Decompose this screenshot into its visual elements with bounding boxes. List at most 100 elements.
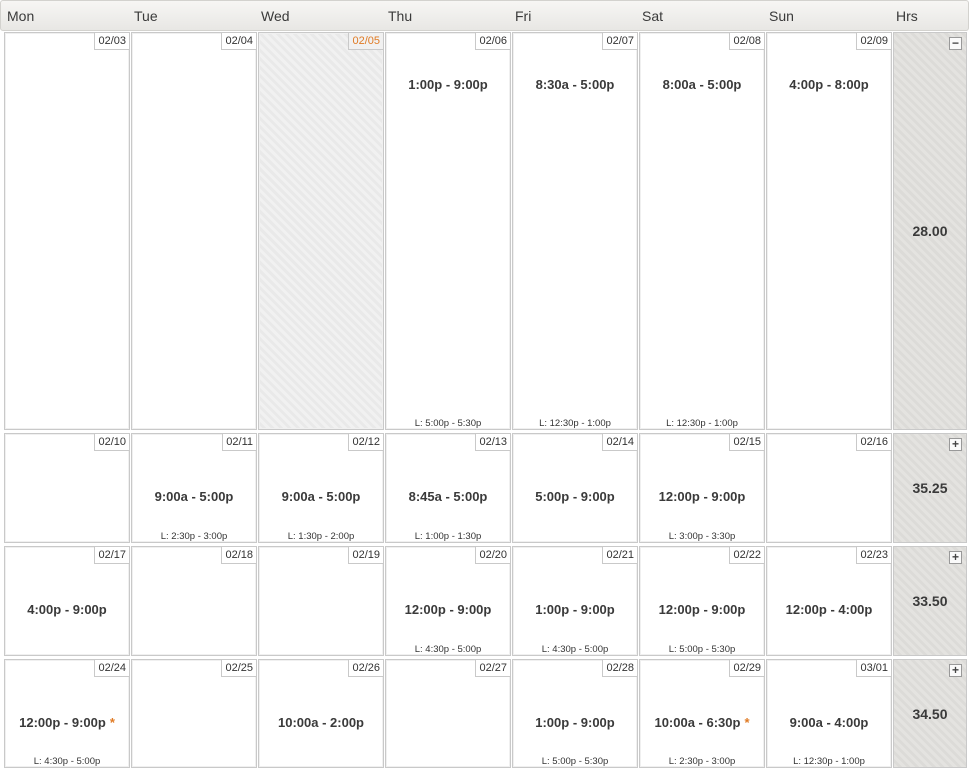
shift-time-text: 12:00p - 9:00p: [19, 715, 106, 730]
day-cell[interactable]: 02/11 9:00a - 5:00p L: 2:30p - 3:00p: [131, 433, 257, 543]
shift-time[interactable]: 9:00a - 5:00p: [132, 489, 256, 504]
lunch-break: L: 5:00p - 5:30p: [668, 644, 736, 655]
day-cell[interactable]: 02/26 10:00a - 2:00p: [258, 659, 384, 768]
day-cell[interactable]: 02/05: [258, 32, 384, 430]
date-label: 02/17: [94, 547, 129, 564]
shift-time-text: 4:00p - 8:00p: [789, 77, 869, 92]
day-cell[interactable]: 02/04: [131, 32, 257, 430]
date-label: 02/14: [602, 434, 637, 451]
day-cell[interactable]: 02/18: [131, 546, 257, 656]
date-label: 02/16: [856, 434, 891, 451]
lunch-break: L: 12:30p - 1:00p: [539, 418, 611, 429]
date-label: 03/01: [856, 660, 891, 677]
shift-time-text: 12:00p - 9:00p: [658, 602, 746, 617]
date-label: 02/23: [856, 547, 891, 564]
shift-time-text: 1:00p - 9:00p: [408, 77, 488, 92]
date-label: 02/10: [94, 434, 129, 451]
date-label: 02/28: [602, 660, 637, 677]
shift-time-text: 8:30a - 5:00p: [535, 77, 615, 92]
lunch-break: L: 1:30p - 2:00p: [287, 531, 355, 542]
day-cell[interactable]: 02/29 10:00a - 6:30p * L: 2:30p - 3:00p: [639, 659, 765, 768]
shift-time[interactable]: 12:00p - 9:00p: [640, 602, 764, 617]
date-label: 02/25: [221, 660, 256, 677]
day-cell[interactable]: 02/12 9:00a - 5:00p L: 1:30p - 2:00p: [258, 433, 384, 543]
shift-time-text: 10:00a - 6:30p: [654, 715, 741, 730]
shift-time[interactable]: 10:00a - 2:00p: [259, 715, 383, 730]
lunch-break: L: 5:00p - 5:30p: [541, 756, 609, 767]
lunch-break: L: 2:30p - 3:00p: [668, 756, 736, 767]
shift-time[interactable]: 1:00p - 9:00p: [386, 77, 510, 92]
day-cell[interactable]: 02/10: [4, 433, 130, 543]
day-cell[interactable]: 02/19: [258, 546, 384, 656]
week-hours-total: 28.00: [912, 223, 948, 239]
day-cell[interactable]: 02/28 1:00p - 9:00p L: 5:00p - 5:30p: [512, 659, 638, 768]
date-label: 02/11: [222, 434, 256, 451]
date-label: 02/03: [94, 33, 129, 50]
shift-time[interactable]: 8:00a - 5:00p: [640, 77, 764, 92]
shift-time-text: 8:00a - 5:00p: [662, 77, 742, 92]
day-cell[interactable]: 02/08 8:00a - 5:00p L: 12:30p - 1:00p: [639, 32, 765, 430]
shift-time-text: 8:45a - 5:00p: [408, 489, 488, 504]
lunch-break: L: 2:30p - 3:00p: [160, 531, 228, 542]
day-cell[interactable]: 02/14 5:00p - 9:00p: [512, 433, 638, 543]
expand-week-button[interactable]: +: [949, 438, 962, 451]
shift-time[interactable]: 8:30a - 5:00p: [513, 77, 637, 92]
day-cell[interactable]: 02/25: [131, 659, 257, 768]
shift-time[interactable]: 10:00a - 6:30p *: [640, 715, 764, 730]
expand-week-button[interactable]: +: [949, 551, 962, 564]
day-cell[interactable]: 02/17 4:00p - 9:00p: [4, 546, 130, 656]
shift-time[interactable]: 12:00p - 9:00p *: [5, 715, 129, 730]
header-day-mon: Mon: [7, 8, 35, 24]
day-cell[interactable]: 02/21 1:00p - 9:00p L: 4:30p - 5:00p: [512, 546, 638, 656]
shift-time[interactable]: 12:00p - 9:00p: [640, 489, 764, 504]
shift-time[interactable]: 8:45a - 5:00p: [386, 489, 510, 504]
lunch-break: L: 3:00p - 3:30p: [668, 531, 736, 542]
shift-time[interactable]: 4:00p - 8:00p: [767, 77, 891, 92]
header-day-fri: Fri: [515, 8, 532, 24]
date-label: 02/21: [602, 547, 637, 564]
day-cell[interactable]: 02/15 12:00p - 9:00p L: 3:00p - 3:30p: [639, 433, 765, 543]
week-hours-total: 34.50: [912, 705, 948, 722]
day-cell[interactable]: 02/16: [766, 433, 892, 543]
expand-week-button[interactable]: +: [949, 664, 962, 677]
date-label: 02/07: [602, 33, 637, 50]
lunch-break: L: 4:30p - 5:00p: [541, 644, 609, 655]
date-label: 02/22: [729, 547, 764, 564]
week-hours-cell: +35.25: [893, 433, 967, 543]
shift-time[interactable]: 5:00p - 9:00p: [513, 489, 637, 504]
header-day-sat: Sat: [642, 8, 664, 24]
lunch-break: L: 4:30p - 5:00p: [414, 644, 482, 655]
day-cell[interactable]: 02/22 12:00p - 9:00p L: 5:00p - 5:30p: [639, 546, 765, 656]
shift-time[interactable]: 9:00a - 4:00p: [767, 715, 891, 730]
date-label: 02/04: [221, 33, 256, 50]
day-cell[interactable]: 02/03: [4, 32, 130, 430]
lunch-break: L: 1:00p - 1:30p: [414, 531, 482, 542]
shift-time[interactable]: 12:00p - 4:00p: [767, 602, 891, 617]
week-hours-cell: − 28.00: [893, 32, 967, 430]
date-label: 02/18: [221, 547, 256, 564]
shift-time[interactable]: 4:00p - 9:00p: [5, 602, 129, 617]
day-cell[interactable]: 02/20 12:00p - 9:00p L: 4:30p - 5:00p: [385, 546, 511, 656]
date-label: 02/27: [475, 660, 510, 677]
week-hours-cell: +34.50: [893, 659, 967, 768]
collapse-week-button[interactable]: −: [949, 37, 962, 50]
date-label: 02/29: [729, 660, 764, 677]
shift-time[interactable]: 1:00p - 9:00p: [513, 715, 637, 730]
modified-star: *: [744, 715, 750, 730]
lunch-break: L: 4:30p - 5:00p: [33, 756, 101, 767]
day-cell[interactable]: 02/07 8:30a - 5:00p L: 12:30p - 1:00p: [512, 32, 638, 430]
shift-time[interactable]: 12:00p - 9:00p: [386, 602, 510, 617]
day-cell[interactable]: 02/13 8:45a - 5:00p L: 1:00p - 1:30p: [385, 433, 511, 543]
date-label: 02/24: [94, 660, 129, 677]
day-cell[interactable]: 02/24 12:00p - 9:00p * L: 4:30p - 5:00p: [4, 659, 130, 768]
week-hours-total: 35.25: [912, 480, 948, 496]
shift-time[interactable]: 1:00p - 9:00p: [513, 602, 637, 617]
lunch-break: L: 12:30p - 1:00p: [666, 418, 738, 429]
shift-time[interactable]: 9:00a - 5:00p: [259, 489, 383, 504]
day-cell[interactable]: 02/27: [385, 659, 511, 768]
day-cell[interactable]: 03/01 9:00a - 4:00p L: 12:30p - 1:00p: [766, 659, 892, 768]
day-cell[interactable]: 02/23 12:00p - 4:00p: [766, 546, 892, 656]
day-cell[interactable]: 02/06 1:00p - 9:00p L: 5:00p - 5:30p: [385, 32, 511, 430]
day-cell[interactable]: 02/09 4:00p - 8:00p: [766, 32, 892, 430]
shift-time-text: 12:00p - 4:00p: [785, 602, 873, 617]
